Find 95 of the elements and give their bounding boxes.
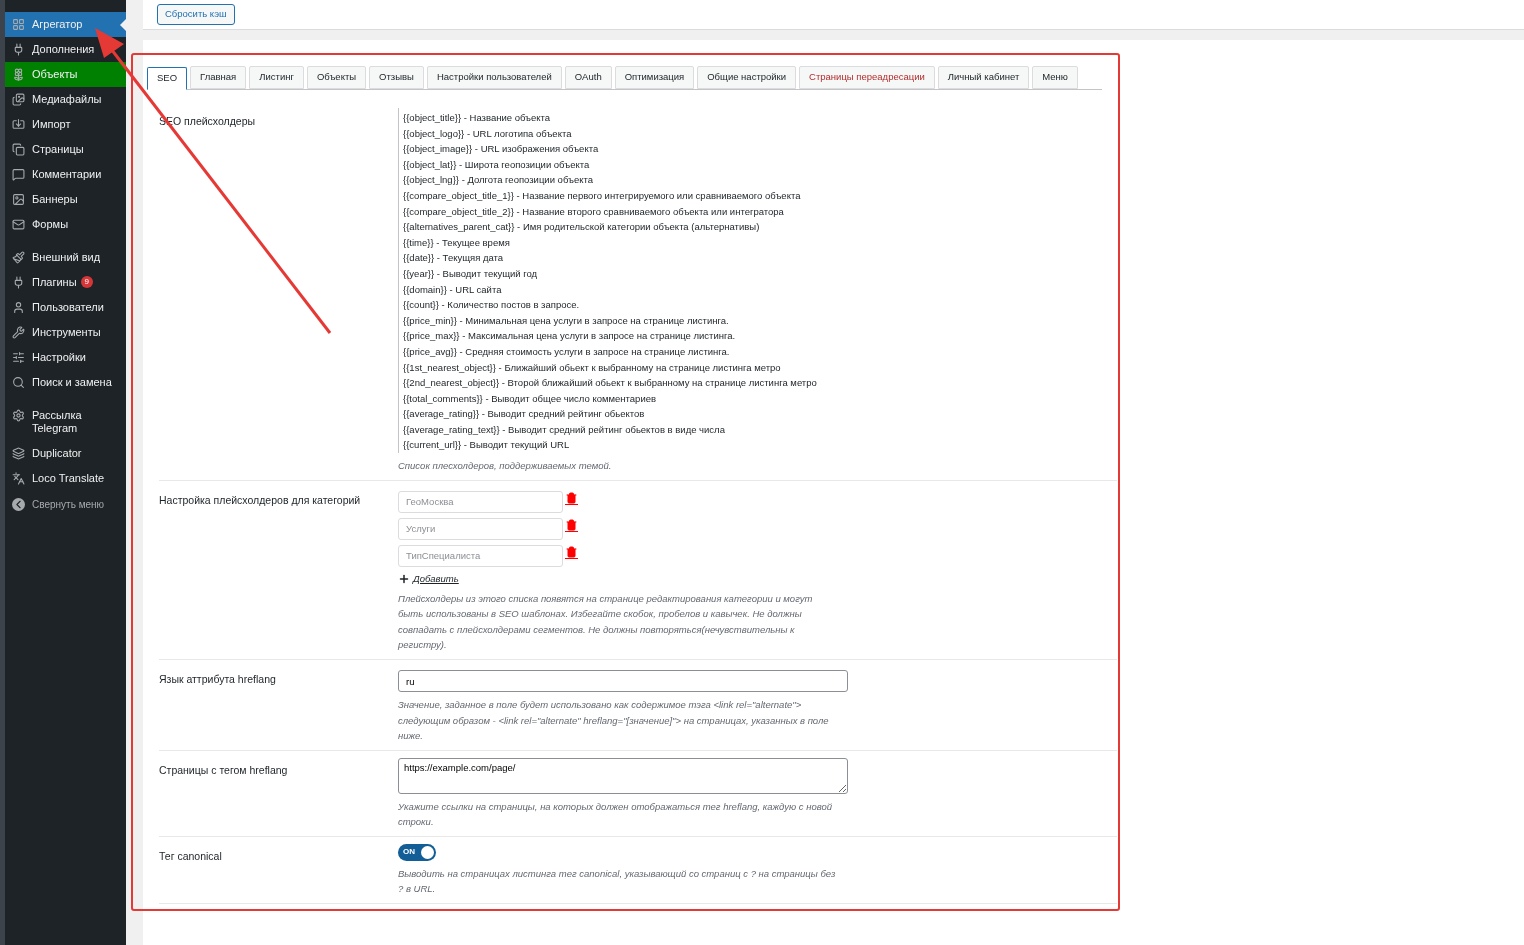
placeholder-line: {{object_title}} - Название объекта <box>403 111 552 125</box>
field-description: Выводить на страницах листинга тег canonical, указывающий со страниц с ? на страницы без ? в URL. <box>398 866 837 897</box>
sidebar-item[interactable]: Объекты <box>5 62 126 87</box>
gear-icon <box>12 409 25 422</box>
placeholder-input[interactable]: ГеоМосква <box>398 490 563 513</box>
placeholder-line: {{price_max}} - Максимальная цена услуги в запросе на странице листинга. <box>403 329 737 344</box>
brush-icon <box>12 251 25 264</box>
reset-cache-button[interactable]: Сбросить кэш <box>157 3 235 25</box>
sidebar-item[interactable]: Loco Translate <box>5 466 126 491</box>
grid-icon <box>12 18 25 31</box>
user-icon <box>12 301 25 314</box>
settings-tab[interactable]: Листинг <box>249 66 304 89</box>
sidebar-item[interactable]: Дополнения <box>5 37 126 62</box>
setting-label: Настройка плейсхолдеров для категорий <box>159 493 361 506</box>
settings-tab[interactable]: Личный кабинет <box>937 66 1030 89</box>
text-input[interactable]: ru <box>398 670 848 693</box>
placeholder-line: {{object_logo}} - URL логотипа объекта <box>403 126 573 141</box>
settings-tab[interactable]: Объекты <box>306 66 367 89</box>
count-badge: 9 <box>80 276 94 288</box>
placeholder-line: {{date}} - Текущяя дата <box>403 251 505 266</box>
pages-icon <box>12 143 25 156</box>
trash-icon[interactable] <box>565 491 578 505</box>
sidebar-item[interactable]: Рассылка Telegram <box>5 403 126 441</box>
settings-tab[interactable]: Оптимизация <box>614 66 695 89</box>
sidebar-item[interactable]: Медиафайлы <box>5 87 126 112</box>
placeholder-line: {{count}} - Количество постов в запросе. <box>403 298 581 313</box>
speech-bubble-icon <box>12 168 25 181</box>
placeholder-line: {{alternatives_parent_cat}} - Имя родительской категории объекта (альтернативы) <box>403 220 761 235</box>
flower-icon <box>12 68 25 81</box>
plug-icon <box>12 276 25 289</box>
placeholder-input[interactable]: ТипСпециалиста <box>398 544 563 567</box>
placeholder-line: {{object_lng}} - Долгота геопозиции объекта <box>403 173 595 188</box>
placeholder-line: {{year}} - Выводит текущий год <box>403 266 539 281</box>
sidebar-item[interactable]: Плагины 9 <box>5 270 126 295</box>
placeholder-line: {{compare_object_title_2}} - Название второго сравниваемого объекта или интегратора <box>403 204 785 219</box>
textarea-field[interactable]: https://example.com/page/ <box>398 757 848 794</box>
sidebar-item[interactable]: Агрегатор <box>5 12 126 37</box>
placeholder-line: {{compare_object_title_1}} - Название первого интегрируемого или сравниваемого объекта <box>403 188 802 203</box>
collapse-icon <box>12 498 25 511</box>
placeholder-line: {{price_min}} - Минимальная цена услуги в запросе на странице листинга. <box>403 313 730 328</box>
sidebar-item[interactable]: Настройки <box>5 345 126 370</box>
layers-icon <box>12 447 25 460</box>
placeholder-line: {{1st_nearest_object}} - Ближайший обьект к выбранному на странице листинга метро <box>403 360 782 375</box>
plus-icon <box>398 572 410 585</box>
settings-tab[interactable]: Настройки пользователей <box>426 66 562 89</box>
field-description: Список плесхолдеров, поддерживаемых темой. <box>398 459 613 474</box>
envelope-icon <box>12 218 25 231</box>
settings-tab[interactable]: Отзывы <box>369 66 424 89</box>
sidebar-item[interactable]: Поиск и замена <box>5 370 126 395</box>
sidebar-item[interactable]: Импорт <box>5 112 126 137</box>
setting-label: Язык аттрибута hreflang <box>159 672 276 685</box>
sidebar-item[interactable]: Инструменты <box>5 320 126 345</box>
field-description: Плейсхолдеры из этого списка появятся на странице редактирования категории и могут быть использованы в SEO шаблонах. Избегайте скобок, пробелов и кавычек. Не должны совпадать с плейсхолдерами сегментов. Не должны повторяться(нечувствительны к регистру). <box>398 591 814 653</box>
collapse-menu-button[interactable]: Свернуть меню <box>5 491 126 518</box>
wrench-icon <box>12 326 25 339</box>
images-icon <box>12 93 25 106</box>
search-icon <box>12 376 25 389</box>
sidebar-item[interactable]: Пользователи <box>5 295 126 320</box>
toggle-switch[interactable]: ON <box>398 843 436 861</box>
placeholder-line: {{time}} - Текущее время <box>403 235 511 250</box>
placeholder-line: {{object_lat}} - Широта геопозиции объекта <box>403 157 591 172</box>
placeholder-line: {{object_image}} - URL изображения объекта <box>403 142 600 157</box>
setting-label: Страницы с тегом hreflang <box>159 763 288 776</box>
translate-icon <box>12 472 25 485</box>
sliders-icon <box>12 351 25 364</box>
settings-tab[interactable]: Меню <box>1032 66 1078 89</box>
settings-tab[interactable]: Главная <box>190 66 247 89</box>
placeholder-line: {{price_avg}} - Средняя стоимость услуги в запросе на странице листинга. <box>403 344 731 359</box>
plug-icon <box>12 43 25 56</box>
settings-tab[interactable]: Страницы переадресации <box>799 66 935 89</box>
sidebar-item[interactable]: Внешний вид <box>5 245 126 270</box>
sidebar-item[interactable]: Баннеры <box>5 187 126 212</box>
import-icon <box>12 118 25 131</box>
placeholder-line: {{total_comments}} - Выводит общее число комментариев <box>403 391 658 406</box>
placeholder-input[interactable]: Услуги <box>398 517 563 540</box>
settings-tab[interactable]: SEO <box>147 67 188 90</box>
picture-icon <box>12 193 25 206</box>
trash-icon[interactable] <box>565 545 578 559</box>
placeholder-line: {{domain}} - URL сайта <box>403 282 503 297</box>
trash-icon[interactable] <box>565 518 578 532</box>
placeholder-line: {{2nd_nearest_object}} - Второй ближайший обьект к выбранному на странице листинга метро <box>403 376 818 391</box>
placeholder-line: {{average_rating}} - Выводит средний рейтинг обьектов <box>403 407 646 422</box>
current-notch <box>120 19 126 31</box>
add-link[interactable]: Добавить <box>398 571 838 586</box>
settings-tab[interactable]: OAuth <box>564 66 612 89</box>
sidebar-item[interactable]: Комментарии <box>5 162 126 187</box>
placeholder-line: {{average_rating_text}} - Выводит средний рейтинг обьектов в виде числа <box>403 422 726 437</box>
setting-label: Тег canonical <box>159 849 222 862</box>
field-description: Значение, заданное в поле будет использовано как содержимое тэга <link rel="alternate"> следующим образом - <link rel="alternate" hreflang="[значение]"> на страницах, указанных в поле ниже. <box>398 698 830 744</box>
sidebar-item[interactable]: Страницы <box>5 137 126 162</box>
sidebar-item[interactable]: Формы <box>5 212 126 237</box>
placeholder-line: {{current_url}} - Выводит текущий URL <box>403 438 571 453</box>
field-description: Укажите ссылки на страницы, на которых должен отображаться тег hreflang, каждую с новой строки. <box>398 799 833 830</box>
sidebar-item[interactable]: Duplicator <box>5 441 126 466</box>
settings-tab[interactable]: Общие настройки <box>697 66 797 89</box>
